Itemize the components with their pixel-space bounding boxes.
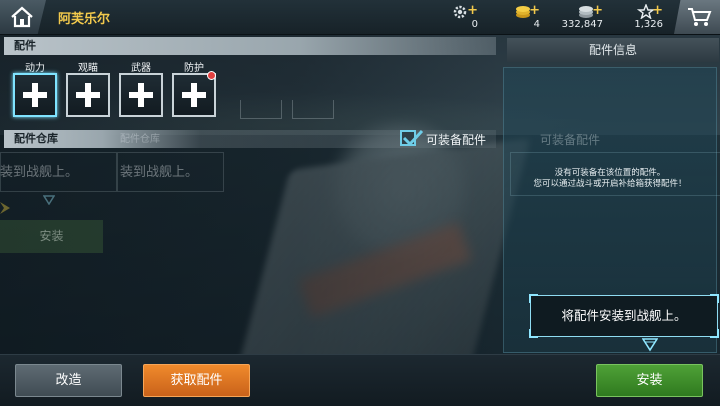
- notification-dot: [207, 71, 216, 80]
- ghost-install-button: 安装: [0, 220, 103, 253]
- info-ghost-text: 可装备配件: [540, 133, 601, 147]
- empty-message-line2: 您可以通过战斗或开启补给箱获得配件！: [533, 179, 687, 189]
- tooltip-corner: [710, 329, 719, 338]
- slot-sight[interactable]: [66, 73, 110, 117]
- ghost-star-icon: [0, 202, 10, 214]
- add-gold-plus: +: [529, 3, 540, 18]
- upgrade-button[interactable]: 改造: [15, 364, 122, 397]
- plus-icon-bar: [32, 83, 38, 107]
- install-button[interactable]: 安装: [596, 364, 703, 397]
- tooltip-corner: [529, 329, 538, 338]
- resource-stars[interactable]: + 1,326: [603, 3, 663, 33]
- add-parts-plus: +: [467, 3, 478, 18]
- ghost-slot: [240, 100, 282, 119]
- ghost-arrow-icon: [43, 195, 55, 205]
- slot-label-weapon: 武器: [131, 63, 151, 74]
- add-silver-plus: +: [592, 3, 603, 18]
- cart-icon: [688, 8, 712, 26]
- plus-icon-bar: [191, 83, 197, 107]
- plus-icon-bar: [85, 83, 91, 107]
- filter-label: 可装备配件: [426, 133, 487, 147]
- get-parts-button[interactable]: 获取配件: [143, 364, 250, 397]
- stars-count: 1,326: [634, 19, 663, 30]
- equipment-section-header: 配件: [4, 37, 496, 55]
- tooltip-text: 将配件安装到战舰上。: [561, 308, 687, 323]
- down-arrow-icon: [642, 338, 658, 352]
- add-stars-plus: +: [652, 3, 663, 18]
- ship-name: 阿芙乐尔: [58, 12, 111, 27]
- tooltip-corner: [710, 294, 719, 303]
- ghost-slot: [292, 100, 334, 119]
- ghost-text: 装到战舰上。: [120, 165, 199, 180]
- filter-checkbox[interactable]: [400, 129, 424, 147]
- home-icon: [11, 6, 33, 28]
- install-tooltip: 将配件安装到战舰上。: [529, 294, 719, 338]
- checkmark-icon: [402, 129, 424, 147]
- slot-label-sight: 观瞄: [78, 63, 98, 74]
- ghost-storage-tab: 配件仓库: [120, 134, 160, 145]
- slot-power[interactable]: [13, 73, 57, 117]
- tooltip-corner: [529, 294, 538, 303]
- slot-label-power: 动力: [25, 63, 45, 74]
- empty-message: 没有可装备在该位置的配件。 您可以通过战斗或开启补给箱获得配件！: [503, 168, 717, 190]
- info-panel-title: 配件信息: [507, 38, 719, 62]
- shop-button[interactable]: [674, 0, 720, 34]
- empty-message-line1: 没有可装备在该位置的配件。: [554, 168, 666, 178]
- plus-icon-bar: [138, 83, 144, 107]
- ghost-text: 装到战舰上。: [0, 165, 79, 180]
- slot-weapon[interactable]: [119, 73, 163, 117]
